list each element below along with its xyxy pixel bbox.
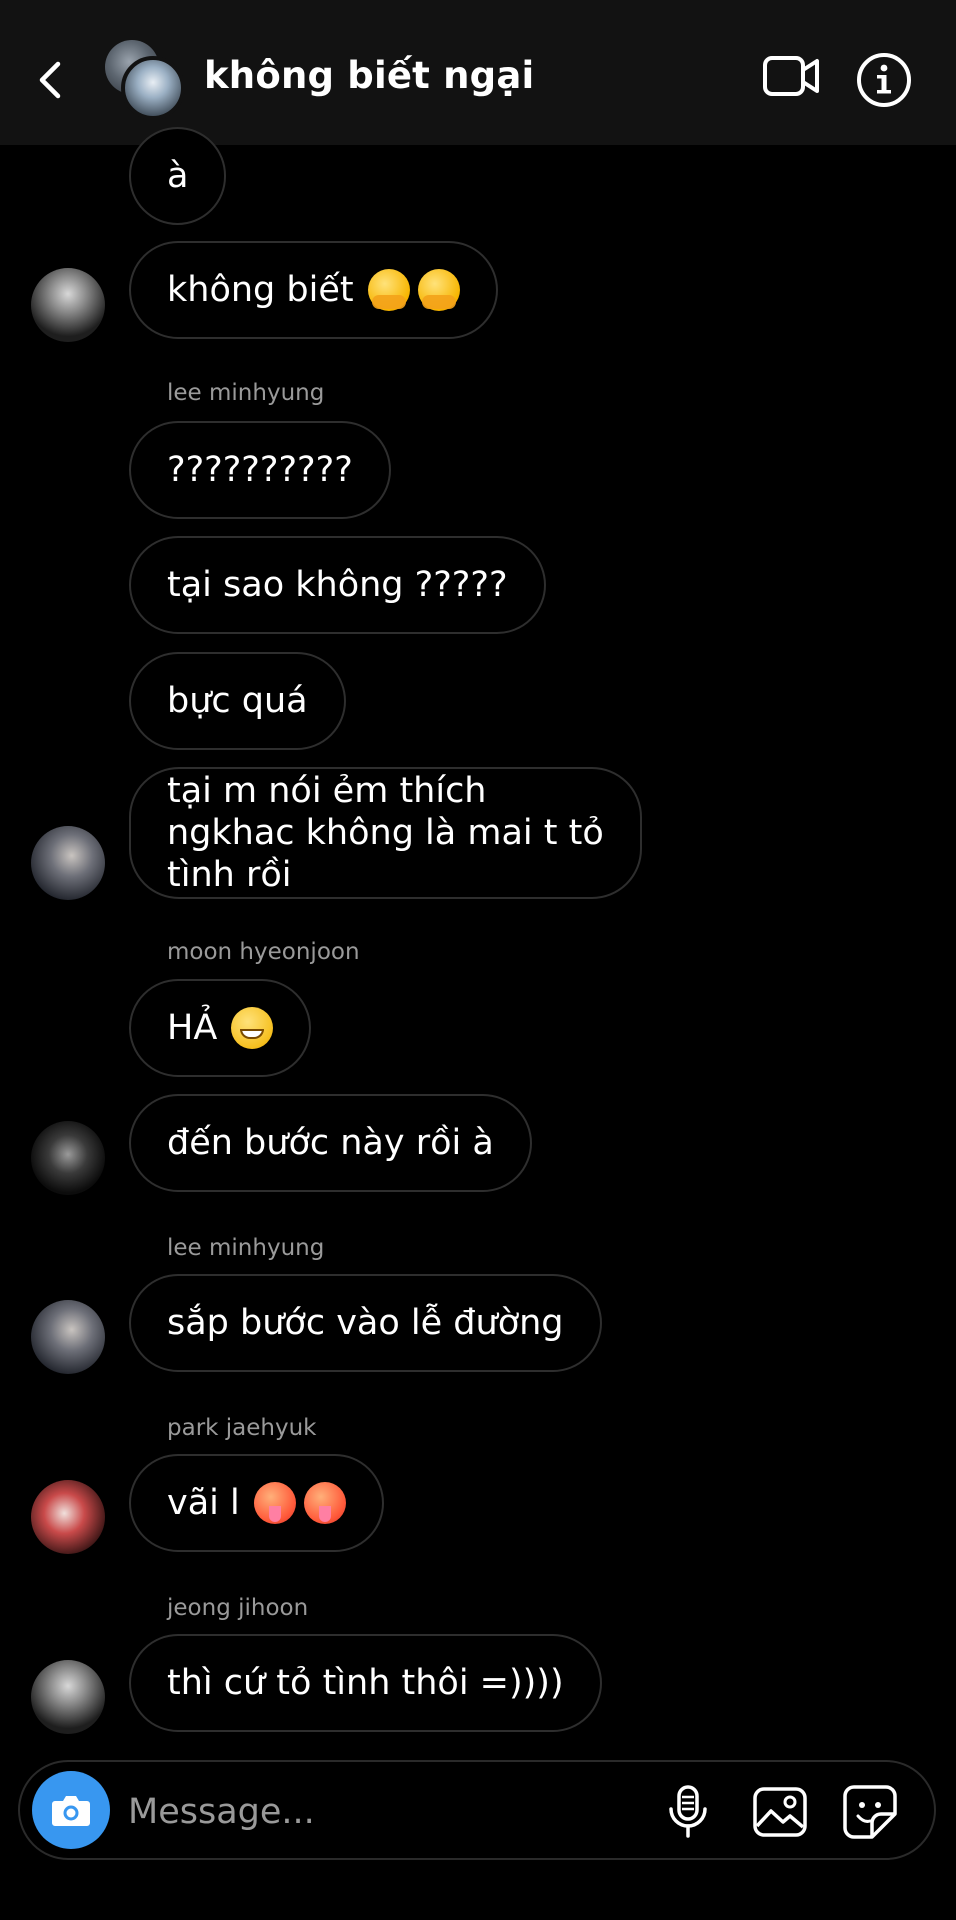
message-text: đến bước này rồi à: [167, 1123, 494, 1163]
message-text: ??????????: [167, 450, 353, 490]
message-bubble[interactable]: tại sao không ?????: [129, 536, 546, 634]
message-input[interactable]: [126, 1788, 650, 1836]
group-avatar[interactable]: [105, 40, 185, 120]
hugging-face-emoji: [367, 269, 410, 311]
back-button[interactable]: [30, 50, 74, 110]
avatar[interactable]: [31, 1300, 105, 1374]
video-call-button[interactable]: [762, 53, 820, 99]
sender-name: lee minhyung: [167, 1235, 325, 1261]
avatar-front: [121, 56, 185, 120]
message-composer: [18, 1760, 936, 1860]
message-bubble[interactable]: sắp bước vào lễ đường: [129, 1274, 602, 1372]
message-text: vãi l: [167, 1483, 240, 1523]
camera-icon: [52, 1796, 90, 1826]
gallery-icon: [753, 1787, 807, 1837]
message-text: sắp bước vào lễ đường: [167, 1303, 564, 1343]
grinning-sweat-emoji: [231, 1007, 274, 1049]
avatar[interactable]: [31, 1660, 105, 1734]
chat-header: không biết ngại: [0, 0, 956, 145]
message-bubble[interactable]: vãi l: [129, 1454, 384, 1552]
message-bubble[interactable]: thì cứ tỏ tình thôi =)))): [129, 1634, 602, 1732]
hot-face-emoji: [303, 1482, 346, 1524]
sender-name: lee minhyung: [167, 380, 325, 406]
message-bubble[interactable]: à: [129, 127, 227, 225]
microphone-icon: [669, 1785, 707, 1838]
hot-face-emoji: [253, 1482, 296, 1524]
message-bubble[interactable]: không biết: [129, 241, 498, 339]
sender-name: park jaehyuk: [167, 1415, 317, 1441]
camera-button[interactable]: [32, 1771, 110, 1849]
message-text: không biết: [167, 270, 354, 310]
avatar[interactable]: [31, 826, 105, 900]
chevron-left-icon: [39, 61, 61, 99]
gallery-button[interactable]: [752, 1786, 808, 1842]
info-button[interactable]: [856, 52, 912, 108]
message-bubble[interactable]: HẢ: [129, 979, 312, 1077]
message-text: HẢ: [167, 1008, 218, 1048]
message-text: tại sao không ?????: [167, 565, 508, 605]
voice-button[interactable]: [666, 1784, 710, 1844]
message-bubble[interactable]: tại m nói ẻm thích ngkhac không là mai t…: [129, 767, 642, 899]
chat-title[interactable]: không biết ngại: [204, 54, 534, 97]
message-bubble[interactable]: ??????????: [129, 421, 391, 519]
sticker-button[interactable]: [842, 1784, 898, 1844]
avatar[interactable]: [31, 268, 105, 342]
hugging-face-emoji: [417, 269, 460, 311]
message-text: tại m nói ẻm thích ngkhac không là mai t…: [167, 771, 604, 895]
info-icon: [857, 53, 911, 107]
avatar[interactable]: [31, 1121, 105, 1195]
message-bubble[interactable]: đến bước này rồi à: [129, 1094, 532, 1192]
sender-name: jeong jihoon: [167, 1595, 309, 1621]
message-text: thì cứ tỏ tình thôi =)))): [167, 1663, 564, 1703]
message-bubble[interactable]: bực quá: [129, 652, 346, 750]
message-text: bực quá: [167, 681, 308, 721]
avatar[interactable]: [31, 1480, 105, 1554]
video-camera-icon: [763, 56, 819, 96]
message-text: à: [167, 156, 189, 196]
sticker-icon: [843, 1785, 897, 1839]
sender-name: moon hyeonjoon: [167, 939, 360, 965]
